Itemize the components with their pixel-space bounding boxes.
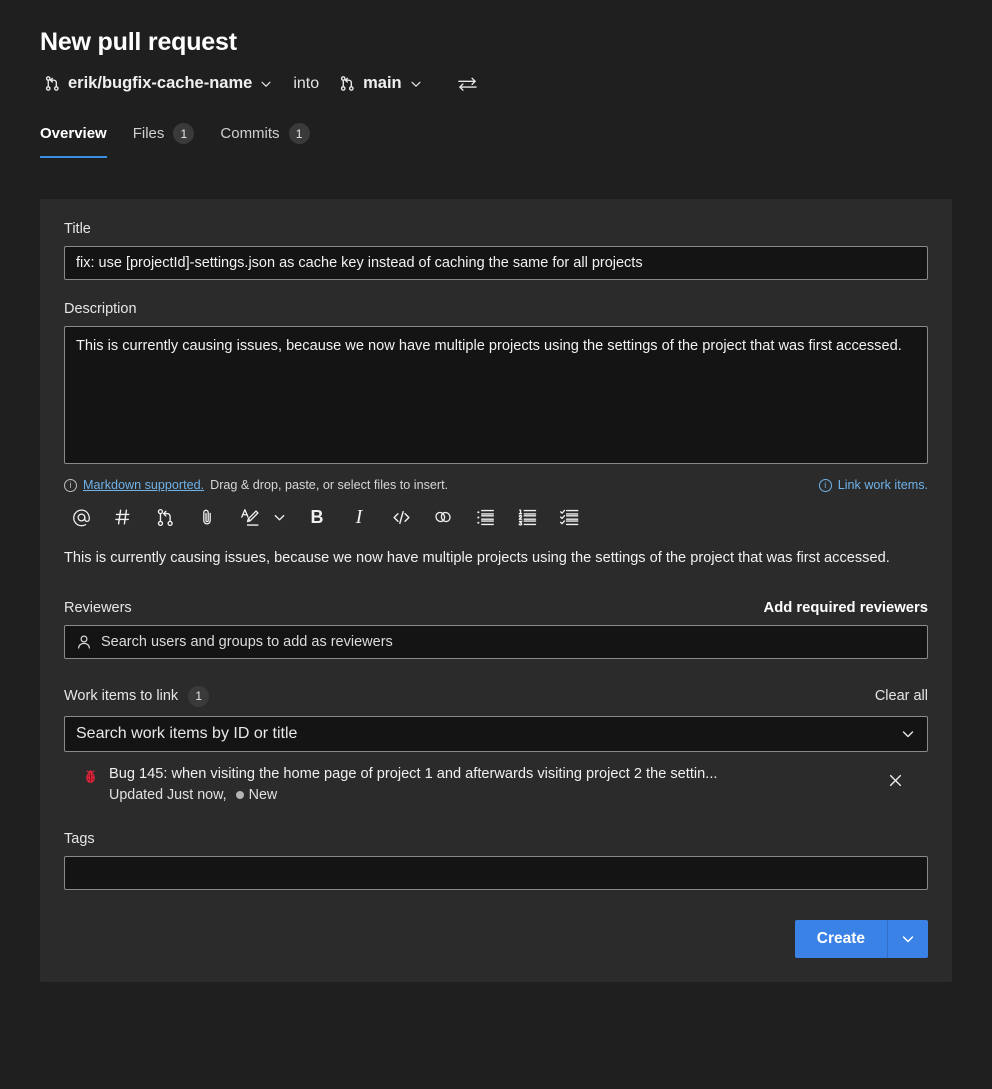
tab-files-label: Files [132, 125, 165, 143]
mention-icon[interactable] [64, 502, 98, 532]
work-items-section-header: Work items to link 1 Clear all [64, 685, 928, 707]
work-item-title[interactable]: Bug 145: when visiting the home page of … [109, 766, 880, 782]
bold-glyph: B [310, 507, 324, 527]
chevron-down-icon [409, 77, 423, 91]
tab-overview-label: Overview [40, 125, 107, 143]
page-header: New pull request erik/bugfix-cache-name [0, 0, 992, 97]
tab-commits[interactable]: Commits 1 [220, 115, 310, 155]
tab-commits-label: Commits [220, 125, 280, 143]
create-options-button[interactable] [888, 920, 928, 958]
markdown-hint-text: Drag & drop, paste, or select files to i… [210, 478, 449, 492]
markdown-toolbar: B I [64, 500, 928, 534]
tab-overview[interactable]: Overview [40, 115, 107, 158]
branch-selector-row: erik/bugfix-cache-name into main [40, 71, 992, 97]
info-icon: i [64, 478, 77, 492]
reviewers-search-input[interactable]: Search users and groups to add as review… [64, 624, 928, 659]
markdown-hint-row: i Markdown supported. Drag & drop, paste… [64, 478, 928, 492]
form-footer: Create [64, 919, 928, 958]
pr-tabs: Overview Files 1 Commits 1 [0, 115, 992, 158]
git-branch-icon [44, 75, 61, 92]
pull-request-icon[interactable] [148, 502, 182, 532]
link-work-items-action[interactable]: i Link work items. [818, 478, 928, 492]
source-branch-selector[interactable]: erik/bugfix-cache-name [40, 72, 277, 95]
italic-icon[interactable]: I [342, 502, 376, 532]
description-field-label: Description [64, 301, 137, 317]
italic-glyph: I [355, 506, 363, 528]
task-list-icon[interactable] [552, 502, 586, 532]
work-item-body: Bug 145: when visiting the home page of … [109, 766, 880, 803]
attachment-paperclip-icon[interactable] [190, 502, 224, 532]
reviewers-search-placeholder: Search users and groups to add as review… [101, 633, 393, 650]
add-required-reviewers-button[interactable]: Add required reviewers [764, 600, 928, 616]
description-preview: This is currently causing issues, becaus… [64, 550, 890, 566]
work-items-search-placeholder: Search work items by ID or title [76, 724, 298, 742]
work-item-hash-icon[interactable] [106, 502, 140, 532]
remove-work-item-button[interactable] [880, 766, 910, 796]
reviewers-label: Reviewers [64, 599, 132, 616]
page-title: New pull request [40, 28, 237, 56]
create-button-group[interactable]: Create [794, 919, 928, 958]
bulleted-list-icon[interactable] [468, 502, 502, 532]
link-work-items-label: Link work items. [837, 478, 928, 492]
tab-files-count: 1 [173, 123, 195, 145]
title-field-label: Title [64, 221, 91, 237]
tab-files[interactable]: Files 1 [133, 115, 195, 155]
swap-arrows-icon [457, 75, 478, 93]
create-button-label: Create [816, 929, 865, 947]
tags-input[interactable] [64, 855, 928, 890]
work-item-state: New [248, 786, 278, 803]
person-icon [76, 634, 92, 650]
bold-icon[interactable]: B [300, 502, 334, 532]
work-items-count: 1 [188, 685, 210, 707]
create-button[interactable]: Create [795, 920, 887, 958]
into-label: into [293, 74, 320, 92]
work-items-label-text: Work items to link [64, 688, 179, 705]
state-dot-icon [235, 790, 244, 799]
source-branch-name: erik/bugfix-cache-name [68, 74, 253, 93]
new-pull-request-page: New pull request erik/bugfix-cache-name [0, 0, 992, 1089]
target-branch-name: main [363, 74, 402, 93]
target-branch-selector[interactable]: main [335, 72, 427, 95]
git-branch-icon [339, 75, 356, 92]
swap-branches-button[interactable] [453, 72, 482, 96]
chevron-down-icon[interactable] [266, 502, 292, 532]
clear-all-button[interactable]: Clear all [875, 688, 928, 704]
work-item-updated: Updated Just now, [109, 786, 227, 803]
markdown-supported-link[interactable]: Markdown supported. [83, 478, 204, 492]
work-items-label: Work items to link 1 [64, 685, 210, 707]
link-icon[interactable] [426, 502, 460, 532]
tab-commits-count: 1 [288, 123, 310, 145]
code-icon[interactable] [384, 502, 418, 532]
numbered-list-icon[interactable] [510, 502, 544, 532]
pr-form-card: Title Description i Markdown supported. … [40, 199, 952, 982]
tags-field-label: Tags [64, 830, 95, 847]
highlight-pen-icon[interactable] [232, 502, 266, 532]
title-input[interactable] [64, 246, 928, 280]
close-icon [887, 772, 904, 789]
work-items-search-combobox[interactable]: Search work items by ID or title [64, 715, 928, 752]
reviewers-section-header: Reviewers Add required reviewers [64, 600, 928, 616]
info-icon: i [818, 478, 832, 492]
description-textarea[interactable] [64, 326, 928, 464]
bug-icon [82, 768, 99, 785]
chevron-down-icon [900, 726, 916, 742]
work-item-meta: Updated Just now, New [109, 787, 880, 803]
chevron-down-icon [900, 931, 916, 947]
linked-work-item-row: Bug 145: when visiting the home page of … [64, 766, 928, 803]
chevron-down-icon [259, 77, 273, 91]
